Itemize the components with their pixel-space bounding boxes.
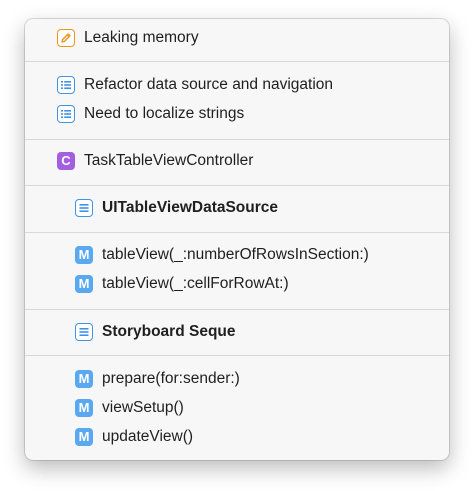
- menu-item-label: tableView(_:numberOfRowsInSection:): [102, 246, 369, 263]
- menu-item-method[interactable]: M prepare(for:sender:): [25, 368, 449, 390]
- method-icon: M: [75, 428, 93, 446]
- menu-item-label: updateView(): [102, 428, 194, 445]
- jump-bar-menu: Leaking memory Refactor data source and …: [25, 19, 449, 460]
- section-icon: [75, 323, 93, 341]
- menu-item-label: tableView(_:cellForRowAt:): [102, 275, 289, 292]
- list-icon: [57, 76, 75, 94]
- menu-item-method[interactable]: M tableView(_:cellForRowAt:): [25, 273, 449, 295]
- menu-separator: [25, 185, 449, 186]
- menu-item-label: Storyboard Seque: [102, 323, 236, 340]
- menu-separator: [25, 61, 449, 62]
- menu-item-method[interactable]: M tableView(_:numberOfRowsInSection:): [25, 244, 449, 266]
- menu-separator: [25, 232, 449, 233]
- menu-item-class[interactable]: C TaskTableViewController: [25, 150, 449, 172]
- method-icon: M: [75, 246, 93, 264]
- menu-item-label: prepare(for:sender:): [102, 370, 240, 387]
- method-icon: M: [75, 399, 93, 417]
- method-icon-letter: M: [78, 371, 90, 386]
- menu-item-method[interactable]: M viewSetup(): [25, 397, 449, 419]
- menu-item-label: Refactor data source and navigation: [84, 76, 334, 93]
- menu-item-refactor[interactable]: Refactor data source and navigation: [25, 74, 449, 96]
- method-icon: M: [75, 370, 93, 388]
- pencil-icon: [57, 29, 75, 47]
- menu-separator: [25, 139, 449, 140]
- method-icon-letter: M: [78, 400, 90, 415]
- menu-item-mark-storyboard[interactable]: Storyboard Seque: [25, 321, 449, 343]
- menu-item-label: UITableViewDataSource: [102, 199, 279, 216]
- section-icon: [75, 199, 93, 217]
- menu-separator: [25, 309, 449, 310]
- method-icon-letter: M: [78, 429, 90, 444]
- menu-item-localize[interactable]: Need to localize strings: [25, 103, 449, 125]
- method-icon: M: [75, 275, 93, 293]
- list-icon: [57, 105, 75, 123]
- class-icon: C: [57, 152, 75, 170]
- menu-item-label: Leaking memory: [84, 29, 199, 46]
- method-icon-letter: M: [78, 247, 90, 262]
- menu-item-leaking-memory[interactable]: Leaking memory: [25, 27, 449, 49]
- menu-separator: [25, 355, 449, 356]
- class-icon-letter: C: [61, 153, 71, 168]
- menu-item-mark-datasource[interactable]: UITableViewDataSource: [25, 197, 449, 219]
- menu-item-label: Need to localize strings: [84, 105, 245, 122]
- method-icon-letter: M: [78, 276, 90, 291]
- menu-item-method[interactable]: M updateView(): [25, 426, 449, 448]
- menu-item-label: TaskTableViewController: [84, 152, 254, 169]
- menu-item-label: viewSetup(): [102, 399, 184, 416]
